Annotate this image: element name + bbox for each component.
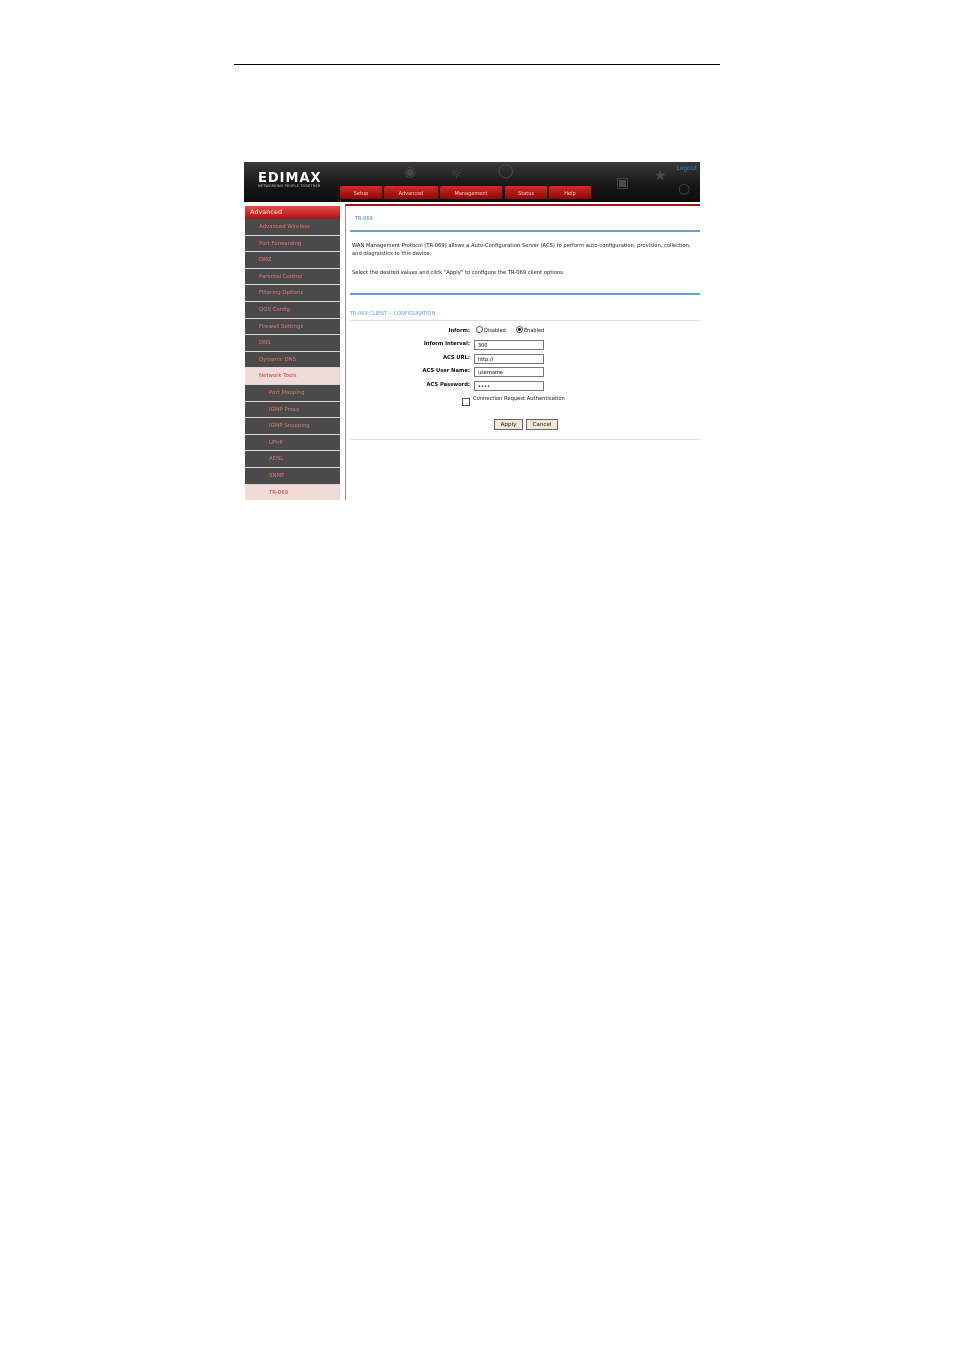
- sidebar-title: Advanced: [245, 206, 340, 219]
- acs-username-input[interactable]: username: [474, 367, 544, 377]
- instruction-text: Select the desired values and click "App…: [352, 270, 565, 276]
- sidebar-item-port-forwarding[interactable]: Port Forwarding: [245, 235, 340, 253]
- inform-enabled-label: Enabled: [524, 328, 545, 334]
- connection-request-auth-label: Connection Request Authentication: [473, 396, 565, 402]
- section-title: TR-069 CLIENT -- CONFIGURATION: [350, 311, 436, 317]
- sidebar-item-igmp-snooping[interactable]: IGMP Snooping: [245, 418, 340, 435]
- deco-disc-icon: ○: [678, 181, 691, 197]
- sidebar-item-dmz[interactable]: DMZ: [245, 252, 340, 269]
- page-top-rule: [234, 64, 720, 65]
- sidebar-item-snmp[interactable]: SNMP: [245, 467, 340, 485]
- acs-password-label: ACS Password:: [426, 382, 470, 388]
- title-divider: [350, 230, 700, 232]
- acs-username-label: ACS User Name:: [422, 368, 470, 374]
- deco-globe-icon: ◉: [404, 164, 417, 180]
- deco-clock-icon: ◯: [498, 163, 514, 179]
- sidebar-item-upnp[interactable]: UPnP: [245, 434, 340, 452]
- inform-disabled-radio[interactable]: [476, 326, 483, 333]
- top-links: Logout: [672, 165, 697, 172]
- acs-password-input[interactable]: ••••: [474, 381, 544, 391]
- tab-status[interactable]: Status: [505, 186, 548, 199]
- sidebar: Advanced Advanced Wireless Port Forwardi…: [245, 206, 340, 500]
- cancel-button[interactable]: Cancel: [526, 419, 558, 430]
- inform-label: Inform:: [448, 328, 470, 334]
- inform-enabled-option[interactable]: Enabled: [516, 326, 545, 334]
- acs-url-label: ACS URL:: [442, 355, 470, 361]
- apply-button[interactable]: Apply: [494, 419, 523, 430]
- main-content: TR-069 WAN Management Protocol (TR-069) …: [345, 204, 700, 500]
- tab-management[interactable]: Management: [440, 186, 503, 199]
- inform-interval-label: Inform Interval:: [423, 341, 470, 347]
- sidebar-item-adsl[interactable]: ADSL: [245, 451, 340, 468]
- sidebar-item-filtering-options[interactable]: Filtering Options: [245, 285, 340, 302]
- section-title-rule: [350, 320, 700, 321]
- sidebar-item-port-mapping[interactable]: Port Mapping: [245, 384, 340, 402]
- logo-tagline: NETWORKING PEOPLE TOGETHER: [258, 184, 321, 188]
- inform-disabled-label: Disabled: [484, 328, 506, 334]
- description-text: WAN Management Protocol (TR-069) allows …: [352, 243, 691, 257]
- section-divider: [350, 293, 700, 295]
- sidebar-item-dynamic-dns[interactable]: Dynamic DNS: [245, 351, 340, 369]
- tab-advanced[interactable]: Advanced: [384, 186, 439, 199]
- tab-help[interactable]: Help: [549, 186, 592, 199]
- page-title: TR-069: [355, 216, 373, 222]
- inform-interval-input[interactable]: 300: [474, 340, 544, 350]
- sidebar-item-qos-config[interactable]: QOS Config: [245, 301, 340, 319]
- inform-disabled-option[interactable]: Disabled: [476, 326, 506, 334]
- inform-enabled-radio[interactable]: [516, 326, 523, 333]
- sidebar-item-tr-069[interactable]: TR-069: [245, 484, 340, 500]
- deco-network-icon: ★: [654, 168, 667, 184]
- tab-setup[interactable]: Setup: [340, 186, 383, 199]
- header-bar: EDIMAX NETWORKING PEOPLE TOGETHER ◉ ☼ ◯ …: [244, 162, 700, 202]
- deco-satellite-icon: ☼: [450, 166, 463, 182]
- logout-link[interactable]: Logout: [676, 165, 697, 172]
- deco-monitor-icon: ▣: [616, 175, 630, 191]
- sidebar-item-advanced-wireless[interactable]: Advanced Wireless: [245, 219, 340, 236]
- sidebar-item-network-tools[interactable]: Network Tools: [245, 368, 340, 385]
- form-bottom-rule: [350, 439, 700, 440]
- router-admin-screenshot: EDIMAX NETWORKING PEOPLE TOGETHER ◉ ☼ ◯ …: [244, 162, 700, 500]
- connection-request-auth-checkbox[interactable]: [462, 398, 470, 406]
- sidebar-item-dns[interactable]: DNS: [245, 335, 340, 352]
- sidebar-item-parental-control[interactable]: Parental Control: [245, 268, 340, 286]
- sidebar-item-firewall-settings[interactable]: Firewall Settings: [245, 318, 340, 336]
- acs-url-input[interactable]: http://: [474, 354, 544, 364]
- sidebar-item-igmp-proxy[interactable]: IGMP Proxy: [245, 401, 340, 419]
